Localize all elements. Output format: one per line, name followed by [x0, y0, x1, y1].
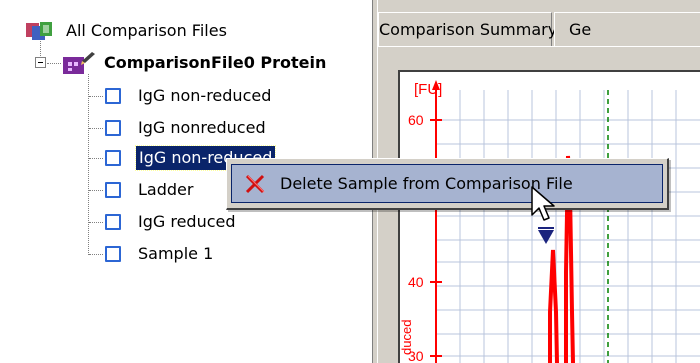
sample-label: Sample 1	[138, 244, 214, 263]
context-menu: Delete Sample from Comparison File	[226, 158, 669, 210]
sample-label: IgG reduced	[138, 212, 236, 231]
y-tick-label: 60	[408, 112, 424, 128]
tree-sample-row[interactable]: IgG reduced	[0, 210, 372, 234]
tree-sample-row[interactable]: Sample 1	[0, 242, 372, 266]
sample-label: IgG nonreduced	[138, 118, 266, 137]
delete-sample-menu-item[interactable]: Delete Sample from Comparison File	[231, 164, 663, 203]
tree-file-row[interactable]: ComparisonFile0 Protein	[0, 51, 372, 75]
sample-checkbox[interactable]	[105, 88, 121, 104]
sample-label: IgG non-reduced	[138, 86, 272, 105]
tab-label: Comparison Summary	[379, 20, 558, 39]
tab-ge[interactable]: Ge	[554, 12, 700, 46]
tree-connector	[89, 254, 103, 255]
tree-connector	[89, 222, 103, 223]
delete-sample-label: Delete Sample from Comparison File	[280, 174, 573, 193]
tab-comparison-summary[interactable]: Comparison Summary	[378, 12, 557, 46]
peak-marker-icon	[538, 230, 554, 244]
sample-checkbox[interactable]	[105, 120, 121, 136]
comparison-files-icon	[26, 22, 52, 40]
sample-checkbox[interactable]	[105, 214, 121, 230]
tab-strip-divider	[378, 46, 700, 47]
mouse-cursor-icon	[531, 186, 555, 221]
tree-connector	[89, 96, 103, 97]
tree-connector	[89, 128, 103, 129]
comparison-file-icon	[63, 52, 95, 74]
comparison-file-label: ComparisonFile0 Protein	[104, 53, 327, 72]
collapse-icon[interactable]	[35, 57, 46, 68]
tree-connector	[89, 158, 103, 159]
tree-sample-row[interactable]: IgG non-reduced	[0, 84, 372, 108]
tree-root-row[interactable]: All Comparison Files	[0, 19, 372, 43]
sample-checkbox[interactable]	[105, 182, 121, 198]
sample-checkbox[interactable]	[105, 246, 121, 262]
tree-root-label: All Comparison Files	[66, 21, 227, 40]
y-axis-label: [FU]	[414, 81, 442, 98]
y-tick-label: 40	[408, 274, 424, 290]
sample-checkbox[interactable]	[105, 150, 121, 166]
series-label-rotated: duced	[400, 320, 414, 355]
tree-sample-row[interactable]: IgG nonreduced	[0, 116, 372, 140]
tree-connector	[47, 63, 61, 64]
tree-connector	[89, 190, 103, 191]
delete-x-icon	[245, 174, 265, 194]
sample-label: Ladder	[138, 180, 194, 199]
tab-label: Ge	[569, 20, 592, 39]
